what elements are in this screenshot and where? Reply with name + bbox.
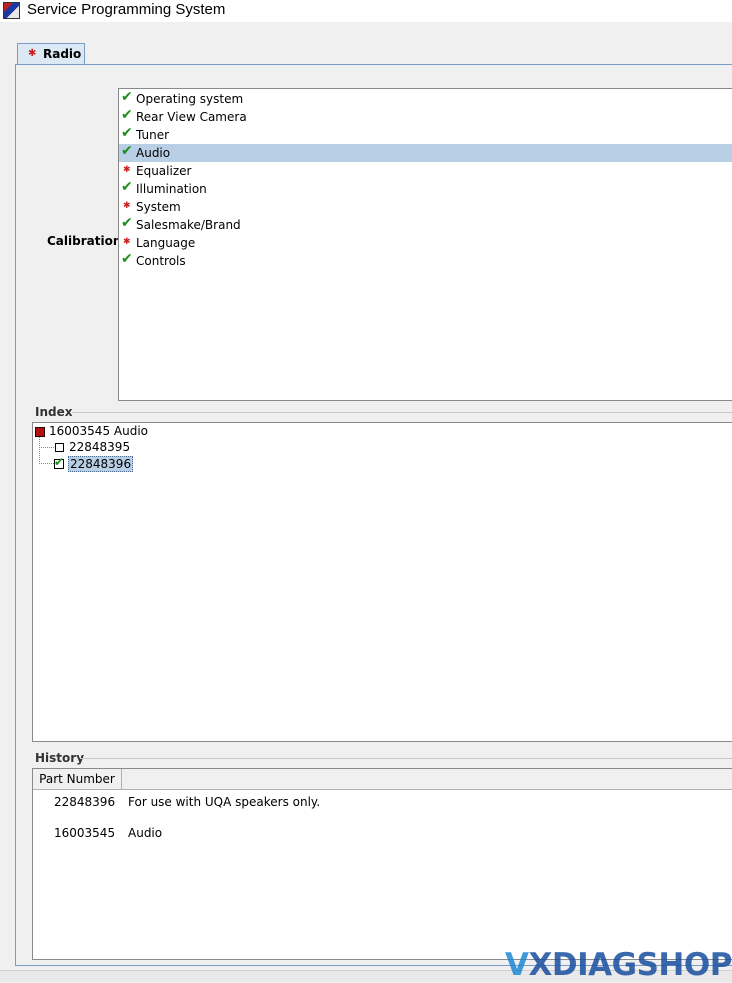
- unchecked-box-icon[interactable]: [55, 443, 64, 452]
- tree-connector: [39, 463, 54, 464]
- checked-box-icon[interactable]: ✔: [54, 455, 64, 469]
- green-check-icon: ✔: [121, 215, 133, 231]
- index-tree[interactable]: [32, 422, 732, 742]
- tree-connector: [39, 437, 40, 464]
- window-title: Service Programming System: [27, 1, 226, 18]
- history-table-header: Part Number: [33, 769, 732, 790]
- calibration-item-label: Operating system: [136, 92, 244, 106]
- calibration-item-label: System: [136, 200, 181, 214]
- history-description: For use with UQA speakers only.: [128, 795, 321, 809]
- history-description: Audio: [128, 826, 163, 840]
- column-header-part-number[interactable]: Part Number: [33, 769, 122, 789]
- red-star-icon: ✱: [28, 48, 37, 59]
- tree-connector: [39, 447, 54, 448]
- index-group-divider: [72, 412, 732, 413]
- calibration-item[interactable]: ✔ Rear View Camera: [119, 107, 732, 126]
- calibration-label: Calibration: [47, 234, 122, 248]
- calibration-item-label: Equalizer: [136, 164, 192, 178]
- tree-child-node-selected[interactable]: 22848396: [68, 456, 134, 472]
- calibration-item[interactable]: ✱ System: [119, 198, 732, 216]
- green-check-icon: ✔: [121, 107, 133, 123]
- tab-label: Radio: [43, 47, 82, 61]
- calibration-item-label: Tuner: [136, 128, 170, 142]
- history-part-number: 22848396: [54, 795, 116, 809]
- calibration-item[interactable]: ✔ Audio: [119, 143, 732, 162]
- history-group-label: History: [35, 751, 85, 765]
- green-check-icon: ✔: [121, 125, 133, 141]
- calibration-item[interactable]: ✔ Operating system: [119, 89, 732, 108]
- app-icon[interactable]: [3, 2, 20, 19]
- calibration-item[interactable]: ✔ Controls: [119, 251, 732, 270]
- index-group-label: Index: [35, 405, 73, 419]
- calibration-item[interactable]: ✱ Language: [119, 234, 732, 252]
- green-check-icon: ✔: [121, 251, 133, 267]
- history-group-divider: [80, 758, 732, 759]
- calibration-item[interactable]: ✱ Equalizer: [119, 162, 732, 180]
- calibration-item-label: Illumination: [136, 182, 207, 196]
- calibration-item-label: Language: [136, 236, 196, 250]
- title-bar: Service Programming System: [0, 0, 732, 22]
- watermark-logo: VXDIAGSHOP: [505, 947, 732, 983]
- calibration-item-label: Rear View Camera: [136, 110, 247, 124]
- calibration-item[interactable]: ✔ Tuner: [119, 125, 732, 144]
- calibration-item[interactable]: ✔ Illumination: [119, 179, 732, 198]
- calibration-item[interactable]: ✔ Salesmake/Brand: [119, 215, 732, 234]
- calibration-item-label: Salesmake/Brand: [136, 218, 241, 232]
- calibration-list[interactable]: ✔ Operating system ✔ Rear View Camera ✔ Tuner…: [118, 88, 732, 401]
- tab-radio[interactable]: ✱ Radio: [17, 43, 85, 65]
- green-check-icon: ✔: [121, 179, 133, 195]
- calibration-item-label: Controls: [136, 254, 186, 268]
- tree-root-node[interactable]: 16003545 Audio: [49, 424, 148, 438]
- green-check-icon: ✔: [121, 143, 133, 159]
- green-check-icon: ✔: [121, 89, 133, 105]
- calibration-item-label: Audio: [136, 146, 171, 160]
- history-part-number: 16003545: [54, 826, 116, 840]
- module-error-icon: [35, 427, 45, 437]
- tree-child-node[interactable]: 22848395: [69, 440, 130, 454]
